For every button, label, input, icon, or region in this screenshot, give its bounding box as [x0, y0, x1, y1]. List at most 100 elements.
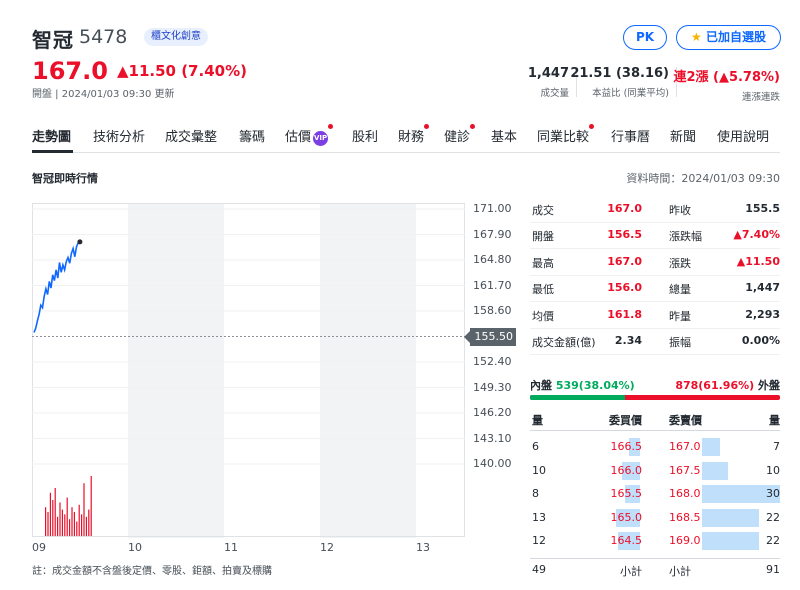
y-tick-label: 167.90	[473, 227, 512, 241]
ask-qty: 10	[766, 463, 780, 477]
volume-bar	[64, 514, 66, 536]
price-change: ▲11.50 (7.40%)	[117, 62, 247, 80]
quote-value: 156.5	[607, 228, 642, 242]
bid-qty-header: 量	[532, 414, 543, 427]
row-divider	[530, 354, 780, 355]
inner-volume: 內盤 539(38.04%)	[530, 379, 635, 392]
tab-12[interactable]: 新聞	[670, 126, 696, 145]
volume-bar	[57, 516, 59, 536]
volume-bar	[81, 514, 83, 536]
quote-label: 成交	[532, 204, 554, 217]
y-tick-label: 171.00	[473, 202, 512, 215]
y-tick-label: 164.80	[473, 253, 512, 266]
ask-total: 91	[766, 563, 780, 576]
current-price: 167.0	[32, 57, 108, 85]
ask-qty-header: 量	[769, 414, 780, 427]
y-tick-label: 146.20	[473, 406, 512, 419]
vip-badge: VIP	[313, 131, 329, 146]
tab-11[interactable]: 行事曆	[611, 126, 650, 145]
pk-button[interactable]: PK	[623, 25, 667, 50]
quote-value: 2.34	[614, 334, 642, 347]
quote-label: 昨量	[669, 309, 691, 323]
x-tick-label: 10	[128, 541, 142, 554]
bid-total: 49	[532, 563, 546, 576]
chart-band-odd	[128, 203, 224, 538]
row-divider	[530, 248, 780, 250]
ask-depth-bar	[702, 461, 728, 480]
row-divider	[530, 274, 780, 276]
stock-code: 5478	[79, 26, 128, 48]
y-tick-label: 152.40	[473, 355, 512, 368]
star-icon: ★	[691, 30, 702, 44]
volume-bar	[45, 507, 47, 536]
stock-name: 智冠	[32, 28, 74, 52]
volume-bar	[59, 502, 61, 536]
tab-2[interactable]: 技術分析	[93, 126, 145, 145]
stat-pe: 21.51 (38.16) 本益比 (同業平均)	[570, 66, 669, 99]
y-tick-label: 158.60	[473, 304, 512, 317]
watchlist-button[interactable]: ★ 已加自選股	[676, 25, 781, 50]
intraday-chart[interactable]	[32, 203, 466, 538]
tab-13[interactable]: 使用說明	[717, 126, 769, 145]
quote-value: 161.8	[607, 307, 642, 321]
tab-4[interactable]: 籌碼	[239, 126, 265, 145]
tab-6[interactable]: 股利	[352, 126, 378, 145]
x-tick-label: 11	[224, 541, 238, 554]
y-tick-label: 149.30	[473, 380, 512, 394]
bid-price-header: 委買價	[609, 414, 642, 427]
row-divider	[530, 327, 780, 329]
tab-5[interactable]: 估價 VIP	[285, 124, 334, 146]
header-divider	[530, 430, 780, 431]
tab-3[interactable]: 成交彙整	[165, 126, 217, 145]
x-tick-label: 13	[416, 541, 430, 554]
ask-price-header: 委賣價	[669, 414, 702, 427]
bid-qty: 13	[532, 510, 546, 524]
quote-label: 開盤	[532, 230, 554, 244]
active-tab-indicator	[32, 150, 73, 153]
quote-label: 漲跌	[669, 256, 691, 270]
quote-label: 漲跌幅	[669, 230, 702, 244]
quote-label: 最高	[532, 256, 554, 270]
ask-depth-bar	[702, 532, 760, 551]
row-divider	[530, 301, 780, 303]
tab-10[interactable]: 同業比較	[537, 124, 595, 145]
y-tick-label: 161.70	[473, 278, 512, 292]
ask-price: 167.5	[669, 463, 701, 477]
bid-price: 165.0	[610, 510, 643, 524]
stat-streak: 連2漲 (▲5.78%) 連漲連跌	[673, 70, 780, 103]
quote-label: 振幅	[669, 336, 691, 349]
bid-qty: 6	[532, 440, 539, 453]
quote-value: 155.5	[745, 202, 780, 215]
ask-total-label: 小計	[669, 565, 691, 578]
ask-qty: 30	[766, 487, 780, 501]
watchlist-label: 已加自選股	[705, 30, 766, 44]
volume-bar	[54, 488, 56, 536]
new-dot-icon	[470, 124, 476, 129]
tab-8[interactable]: 健診	[444, 124, 476, 145]
y-tick-label: 140.00	[473, 457, 512, 470]
ask-price: 168.0	[669, 487, 701, 501]
quote-label: 最低	[532, 283, 554, 297]
volume-bar	[71, 507, 73, 536]
industry-tag[interactable]: 櫃文化創意	[144, 28, 208, 46]
quote-label: 總量	[669, 283, 691, 297]
price-line	[33, 241, 81, 333]
tab-1[interactable]: 走勢圖	[32, 126, 71, 145]
stat-volume: 1,447 成交量	[527, 66, 569, 99]
ask-price: 168.5	[669, 510, 701, 524]
tab-9[interactable]: 基本	[491, 126, 517, 145]
volume-bar	[61, 509, 63, 536]
volume-bar	[69, 519, 71, 536]
volume-bar	[76, 521, 78, 536]
bid-price: 165.5	[610, 487, 643, 501]
volume-bar	[83, 483, 85, 536]
tab-7[interactable]: 財務	[398, 124, 430, 145]
outer-volume: 878(61.96%) 外盤	[675, 379, 780, 392]
bid-price: 166.0	[610, 463, 643, 477]
volume-bar	[85, 516, 87, 536]
volume-bar	[88, 509, 90, 536]
bid-price: 164.5	[610, 534, 643, 548]
footnote: 註：成交金額不含盤後定價、零股、鉅額、拍賣及標購	[32, 566, 272, 577]
quote-value: 167.0	[607, 202, 642, 215]
ask-depth-bar	[702, 508, 760, 527]
